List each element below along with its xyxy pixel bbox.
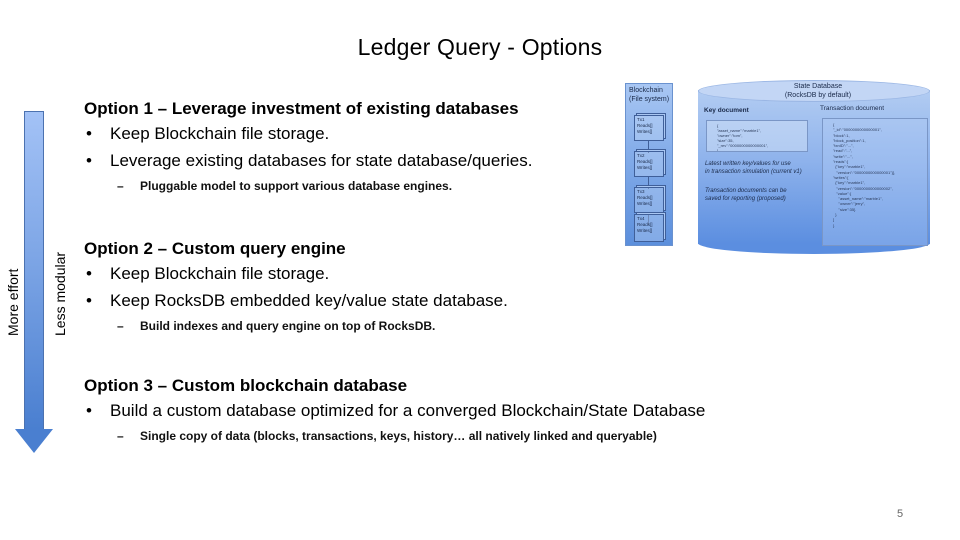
note-transaction-docs: Transaction documents can be saved for r… xyxy=(705,187,787,203)
down-arrow-icon xyxy=(15,111,53,456)
note-line: Latest written key/values for use xyxy=(705,161,791,167)
key-document: {"asset_name":"marble1", "owner":"tom", "s… xyxy=(706,120,808,152)
block: Tx1 Reads[] Writes[] xyxy=(634,115,664,141)
bullet-item: Build a custom database optimized for a … xyxy=(84,397,705,424)
option-heading: Option 2 – Custom query engine xyxy=(84,239,346,258)
transaction-document: {"_id":"0000000000000001", "block":1, "blo… xyxy=(822,118,928,246)
db-title-line: (RocksDB by default) xyxy=(784,92,852,99)
block-line: Writes[] xyxy=(637,129,653,134)
block: Tx2 Reads[] Writes[] xyxy=(634,151,664,177)
code-line: } xyxy=(717,148,719,152)
block-line: Writes[] xyxy=(637,201,653,206)
sub-bullet-item: Build indexes and query engine on top of… xyxy=(84,317,508,335)
option-3: Option 3 – Custom blockchain database Bu… xyxy=(84,375,705,445)
option-heading: Option 1 – Leverage investment of existi… xyxy=(84,99,519,118)
more-effort-label: More effort xyxy=(5,268,21,336)
note-line: Transaction documents can be xyxy=(705,188,787,194)
sub-bullet-item: Pluggable model to support various datab… xyxy=(84,177,532,195)
bullet-item: Keep Blockchain file storage. xyxy=(84,120,532,147)
blockchain-file-system: Blockchain (File system) Tx1 Reads[] Wri… xyxy=(625,83,673,246)
bullet-item: Keep RocksDB embedded key/value state da… xyxy=(84,287,508,314)
block-line: Writes[] xyxy=(637,228,653,233)
block: Tx3 Reads[] Writes[] xyxy=(634,187,664,213)
bullet-item: Leverage existing databases for state da… xyxy=(84,147,532,174)
bullet-item: Keep Blockchain file storage. xyxy=(84,260,508,287)
less-modular-label: Less modular xyxy=(52,251,68,336)
arrow-shaft xyxy=(24,111,44,429)
sub-bullet-item: Single copy of data (blocks, transaction… xyxy=(84,427,705,445)
option-2: Option 2 – Custom query engine Keep Bloc… xyxy=(84,238,508,335)
code-line: } xyxy=(833,222,835,228)
note-line: saved for reporting (proposed) xyxy=(705,196,786,202)
blockchain-title: Blockchain (File system) xyxy=(629,86,669,104)
block: Tx4 Reads[] Writes[] xyxy=(634,214,664,242)
option-heading: Option 3 – Custom blockchain database xyxy=(84,376,408,395)
arrow-head xyxy=(15,429,53,453)
key-document-label: Key document xyxy=(704,107,749,114)
transaction-document-label: Transaction document xyxy=(820,105,885,112)
slide-title: Ledger Query - Options xyxy=(357,34,603,60)
option-1: Option 1 – Leverage investment of existi… xyxy=(84,98,532,195)
note-latest-keys: Latest written key/values for use in tra… xyxy=(705,160,802,176)
note-line: in transaction simulation (current v1) xyxy=(705,169,802,175)
block-line: Writes[] xyxy=(637,165,653,170)
page-number: 5 xyxy=(897,508,904,520)
blockchain-title-line: (File system) xyxy=(629,96,670,103)
state-database-title: State Database (RocksDB by default) xyxy=(768,82,868,100)
db-title-line: State Database xyxy=(793,83,843,90)
state-database-cylinder: State Database (RocksDB by default) Key … xyxy=(698,80,930,254)
blockchain-title-line: Blockchain xyxy=(629,87,663,94)
